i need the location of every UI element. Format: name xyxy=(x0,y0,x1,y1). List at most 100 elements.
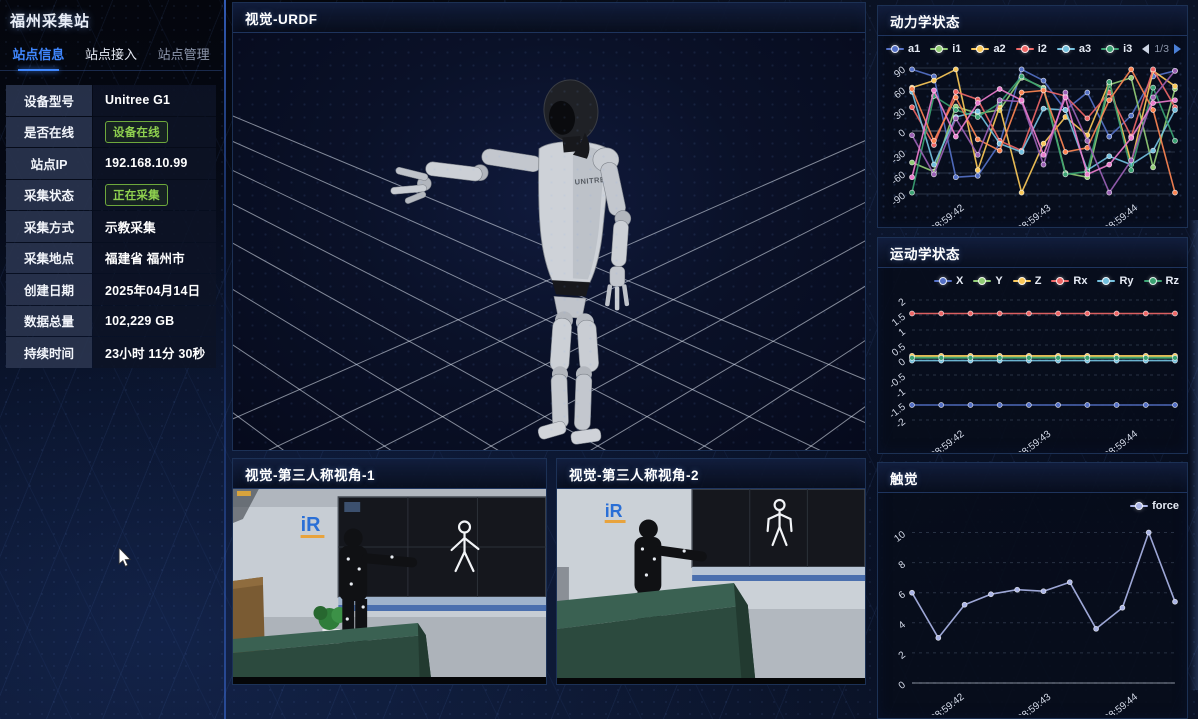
status-badge: 设备在线 xyxy=(105,121,168,143)
camera1-panel-header: 视觉-第三人称视角-1 xyxy=(233,459,546,489)
info-value: 102,229 GB xyxy=(93,306,216,337)
legend-item-i2[interactable]: i2 xyxy=(1016,43,1047,55)
svg-text:08:59:43: 08:59:43 xyxy=(1016,691,1054,715)
info-row-6: 创建日期2025年04月14日 xyxy=(6,274,216,305)
legend-item-a3[interactable]: a3 xyxy=(1057,43,1091,55)
legend-marker-icon xyxy=(1016,48,1034,50)
svg-text:08:59:44: 08:59:44 xyxy=(1103,202,1141,226)
camera1-panel: 视觉-第三人称视角-1 iR xyxy=(232,458,547,685)
kinematics-panel-header: 运动学状态 xyxy=(878,238,1187,268)
legend-item-Z[interactable]: Z xyxy=(1013,275,1042,287)
info-label: 创建日期 xyxy=(6,274,92,305)
svg-text:1.5: 1.5 xyxy=(890,311,908,328)
svg-text:08:59:44: 08:59:44 xyxy=(1103,691,1141,715)
svg-text:2: 2 xyxy=(897,649,909,661)
tactile-panel: 触觉 force 024681008:59:4208:59:4308:59:44 xyxy=(877,462,1188,719)
legend-item-a1[interactable]: a1 xyxy=(886,43,920,55)
legend-item-Ry[interactable]: Ry xyxy=(1097,275,1133,287)
legend-item-i1[interactable]: i1 xyxy=(930,43,961,55)
legend-label: i3 xyxy=(1123,43,1132,55)
legend-marker-icon xyxy=(1130,505,1148,507)
legend-marker-icon xyxy=(973,280,991,282)
legend-item-Rx[interactable]: Rx xyxy=(1051,275,1087,287)
legend-label: i1 xyxy=(952,43,961,55)
right-edge-glow xyxy=(1189,220,1198,690)
legend-item-X[interactable]: X xyxy=(934,275,963,287)
legend-marker-icon xyxy=(1013,280,1031,282)
camera1-video-feed[interactable]: iR xyxy=(233,489,546,684)
table xyxy=(557,583,756,684)
legend-label: Z xyxy=(1035,275,1042,287)
display-wall xyxy=(692,489,865,581)
legend-label: Ry xyxy=(1119,275,1133,287)
svg-text:30: 30 xyxy=(892,106,908,122)
legend-label: a1 xyxy=(908,43,920,55)
urdf-panel-header: 视觉-URDF xyxy=(233,3,865,33)
station-sidebar: 福州采集站 站点信息站点接入站点管理 设备型号Unitree G1是否在线设备在… xyxy=(0,0,222,719)
legend-item-a2[interactable]: a2 xyxy=(971,43,1005,55)
legend-item-Rz[interactable]: Rz xyxy=(1144,275,1179,287)
info-value: 192.168.10.99 xyxy=(93,148,216,179)
info-label: 设备型号 xyxy=(6,85,92,116)
svg-text:10: 10 xyxy=(892,529,908,545)
info-label: 是否在线 xyxy=(6,117,92,148)
svg-text:60: 60 xyxy=(892,85,908,101)
svg-text:90: 90 xyxy=(892,64,908,80)
legend-marker-icon xyxy=(930,48,948,50)
legend-marker-icon xyxy=(934,280,952,282)
tab-1[interactable]: 站点接入 xyxy=(77,40,146,70)
svg-text:08:59:43: 08:59:43 xyxy=(1016,428,1054,452)
svg-text:08:59:42: 08:59:42 xyxy=(929,428,967,452)
svg-text:0.5: 0.5 xyxy=(890,341,908,358)
svg-text:0: 0 xyxy=(897,356,909,368)
info-value: 示教采集 xyxy=(93,211,216,242)
urdf-3d-viewport[interactable]: UNITREE xyxy=(233,33,865,450)
legend-marker-icon xyxy=(1051,280,1069,282)
kinematics-panel: 运动学状态 XYZRxRyRz 21.510.50-0.5-1-1.5-208:… xyxy=(877,237,1188,454)
info-row-1: 是否在线设备在线 xyxy=(6,117,216,148)
wall-logo: iR xyxy=(605,501,623,521)
info-value: 设备在线 xyxy=(93,117,216,148)
tactile-legend: force xyxy=(878,493,1187,515)
legend-label: Rz xyxy=(1166,275,1179,287)
legend-marker-icon xyxy=(1101,48,1119,50)
svg-text:8: 8 xyxy=(897,559,909,571)
dynamics-panel-header: 动力学状态 xyxy=(878,6,1187,36)
legend-marker-icon xyxy=(1144,280,1162,282)
svg-text:4: 4 xyxy=(897,619,909,631)
legend-marker-icon xyxy=(971,48,989,50)
tab-0[interactable]: 站点信息 xyxy=(4,40,73,70)
legend-label: a2 xyxy=(993,43,1005,55)
legend-item-i3[interactable]: i3 xyxy=(1101,43,1132,55)
info-row-4: 采集方式示教采集 xyxy=(6,211,216,242)
svg-text:0: 0 xyxy=(897,127,909,139)
kinematics-panel-title: 运动学状态 xyxy=(890,243,960,263)
info-label: 数据总量 xyxy=(6,306,92,337)
dynamics-chart: 9060300-30-60-9008:59:4208:59:4308:59:44 xyxy=(882,60,1183,226)
camera2-video-feed[interactable]: iR xyxy=(557,489,865,684)
legend-item-force[interactable]: force xyxy=(1130,500,1179,512)
station-title: 福州采集站 xyxy=(0,0,222,37)
legend-item-Y[interactable]: Y xyxy=(973,275,1002,287)
tab-2[interactable]: 站点管理 xyxy=(149,40,218,70)
svg-text:-30: -30 xyxy=(890,148,909,166)
tactile-chart: 024681008:59:4208:59:4308:59:44 xyxy=(882,517,1183,715)
svg-text:-90: -90 xyxy=(890,190,909,208)
svg-text:6: 6 xyxy=(897,589,909,601)
info-table: 设备型号Unitree G1是否在线设备在线站点IP192.168.10.99 采… xyxy=(6,85,216,368)
wall-logo: iR xyxy=(301,514,321,536)
dynamics-panel: 动力学状态 a1i1a2i2a3i31/3 9060300-30-60-9008… xyxy=(877,5,1188,228)
legend-next-icon[interactable] xyxy=(1174,44,1181,54)
info-label: 采集地点 xyxy=(6,243,92,274)
svg-text:2: 2 xyxy=(897,296,909,308)
info-row-0: 设备型号Unitree G1 xyxy=(6,85,216,116)
svg-text:08:59:42: 08:59:42 xyxy=(929,202,967,226)
info-value: 23小时 11分 30秒 xyxy=(93,337,216,368)
legend-marker-icon xyxy=(886,48,904,50)
dynamics-legend: a1i1a2i2a3i31/3 xyxy=(878,36,1187,58)
corner-decor-yellow xyxy=(237,491,251,496)
legend-prev-icon[interactable] xyxy=(1142,44,1149,54)
info-label: 站点IP xyxy=(6,148,92,179)
svg-text:0: 0 xyxy=(897,679,909,691)
legend-label: force xyxy=(1152,500,1179,512)
